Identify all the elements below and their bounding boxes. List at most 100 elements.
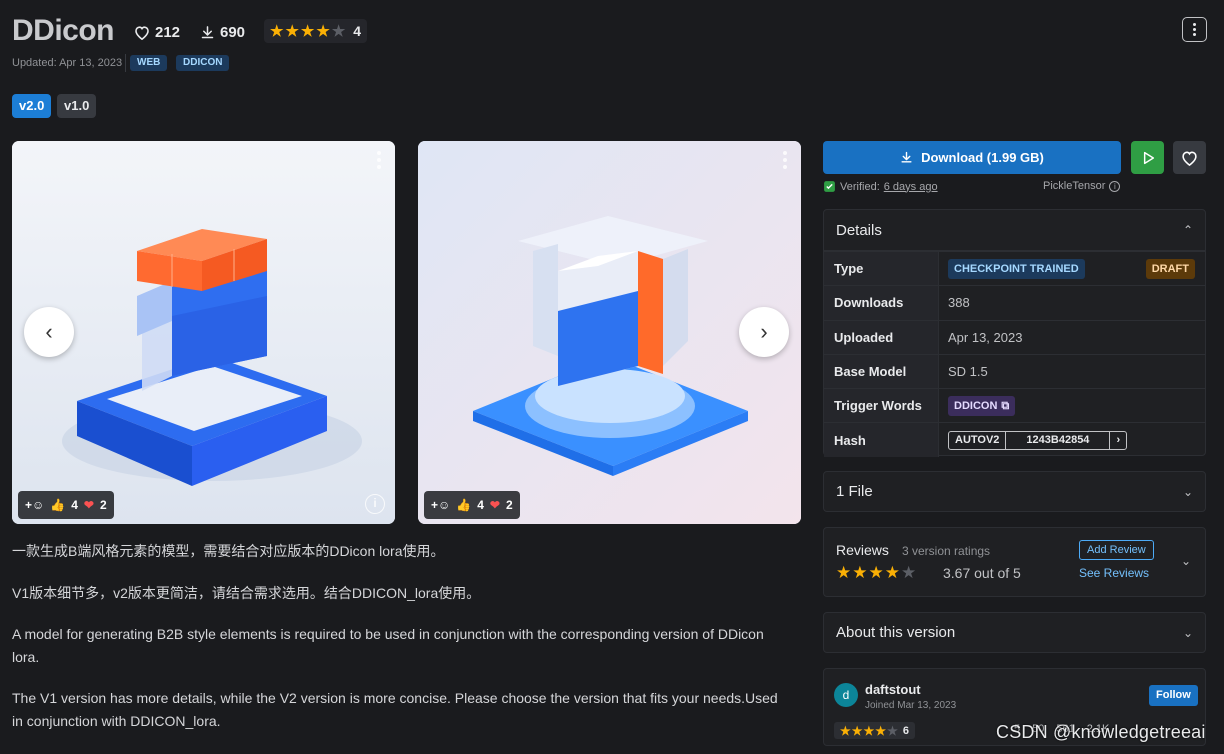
download-button[interactable]: Download (1.99 GB)	[823, 141, 1121, 174]
about-title: About this version	[836, 624, 956, 641]
star-icon: ★	[868, 563, 884, 582]
details-row-trigger-words: Trigger Words DDICON ⧉	[824, 388, 1205, 423]
files-panel[interactable]: 1 File ⌄	[823, 471, 1206, 512]
add-review-button[interactable]: Add Review	[1079, 540, 1154, 560]
copy-icon[interactable]: ⧉	[1001, 396, 1009, 416]
description-paragraph: The V1 version has more details, while t…	[12, 690, 778, 729]
info-icon[interactable]: i	[365, 494, 385, 514]
heart-reaction-icon[interactable]: ❤	[490, 498, 500, 512]
version-tab-v1[interactable]: v1.0	[57, 94, 97, 118]
star-icon: ★	[863, 723, 875, 738]
description-paragraph: 一款生成B端风格元素的模型，需要结合对应版本的DDicon lora使用。	[12, 543, 445, 559]
image-menu-button[interactable]	[783, 151, 787, 169]
info-icon[interactable]: i	[1109, 180, 1121, 192]
chevron-right-icon[interactable]: ›	[1109, 431, 1126, 449]
verified-date-link[interactable]: 6 days ago	[884, 181, 938, 193]
heart-reaction-icon[interactable]: ❤	[84, 498, 94, 512]
divider	[125, 54, 126, 72]
row-value: SD 1.5	[948, 364, 988, 380]
favorite-button[interactable]	[1173, 141, 1206, 174]
avatar[interactable]: d	[834, 683, 858, 707]
details-row-uploaded: Uploaded Apr 13, 2023	[824, 319, 1205, 354]
description-paragraph: V1版本细节多，v2版本更简洁，请结合需求选用。结合DDICON_lora使用。	[12, 585, 481, 601]
hash-value[interactable]: 1243B42854	[1006, 432, 1109, 449]
row-label: Base Model	[824, 354, 939, 389]
carousel-prev-button[interactable]: ‹	[24, 307, 74, 357]
creator-rating-count: 6	[902, 724, 909, 737]
add-reaction-icon[interactable]: +☺	[25, 498, 44, 512]
reviews-count: 3 version ratings	[902, 544, 991, 558]
about-version-panel[interactable]: About this version ⌄	[823, 612, 1206, 653]
chevron-up-icon: ⌃	[1182, 223, 1193, 237]
details-panel: Details ⌃ Type CHECKPOINT TRAINED DRAFT D…	[823, 209, 1206, 457]
reaction-bar[interactable]: +☺ 👍 4 ❤ 2	[18, 491, 114, 519]
file-format-label: PickleTensor	[1043, 180, 1106, 192]
creator-rating: ★ ★ ★ ★ ★ 6	[834, 722, 915, 739]
chevron-down-icon[interactable]: ⌄	[1181, 554, 1191, 568]
details-row-base-model: Base Model SD 1.5	[824, 353, 1205, 389]
likes-count[interactable]: 212	[134, 20, 180, 44]
file-format: PickleTensor i	[1043, 180, 1121, 192]
follow-button[interactable]: Follow	[1149, 685, 1198, 706]
star-icon: ★	[270, 22, 284, 40]
thumbs-up-icon[interactable]: 👍	[50, 498, 65, 512]
hash-algorithm[interactable]: AUTOV2	[949, 431, 1007, 449]
version-tab-v2[interactable]: v2.0	[12, 94, 52, 118]
downloads-count: 690	[200, 20, 245, 44]
reviews-panel: Reviews 3 version ratings ★ ★ ★ ★ ★ 3.67…	[823, 527, 1206, 597]
row-label: Trigger Words	[824, 389, 939, 423]
creator-name[interactable]: daftstout	[865, 682, 921, 697]
chevron-left-icon: ‹	[45, 319, 53, 344]
kebab-dot	[1193, 28, 1196, 31]
description-paragraph: A model for generating B2B style element…	[12, 626, 764, 665]
reaction-bar[interactable]: +☺ 👍 4 ❤ 2	[424, 491, 520, 519]
files-title: 1 File	[836, 483, 873, 500]
star-icon: ★	[300, 22, 315, 40]
chevron-down-icon: ⌄	[1182, 625, 1193, 640]
details-row-type: Type CHECKPOINT TRAINED DRAFT	[824, 251, 1205, 286]
star-icon: ★	[852, 563, 868, 582]
star-icon: ★	[316, 22, 330, 40]
download-icon	[901, 151, 912, 163]
row-label: Uploaded	[824, 320, 939, 354]
star-icon: ★	[851, 723, 863, 738]
creator-joined: Joined Mar 13, 2023	[865, 700, 957, 711]
details-title: Details	[836, 221, 882, 239]
trigger-word: DDICON	[954, 399, 998, 412]
star-icon: ★	[840, 723, 851, 738]
star-empty-icon: ★	[901, 563, 917, 582]
star-icon: ★	[836, 563, 852, 582]
see-reviews-link[interactable]: See Reviews	[1079, 566, 1149, 580]
kebab-menu-icon	[1193, 23, 1196, 26]
run-button[interactable]	[1131, 141, 1164, 174]
carousel-next-button[interactable]: ›	[739, 307, 789, 357]
review-score: 3.67 out of 5	[943, 565, 1021, 581]
like-reaction-count: 4	[477, 498, 484, 512]
more-menu-button[interactable]	[1182, 17, 1207, 42]
page-title: DDicon	[12, 14, 115, 47]
reviews-title: Reviews	[836, 542, 889, 558]
likes-value: 212	[155, 23, 181, 41]
chevron-right-icon: ›	[760, 319, 768, 344]
hash-selector[interactable]: AUTOV2 1243B42854 ›	[948, 430, 1128, 450]
kebab-dot	[1193, 33, 1196, 36]
thumbs-up-icon[interactable]: 👍	[456, 498, 471, 512]
star-empty-icon: ★	[887, 723, 898, 738]
rating-summary[interactable]: ★ ★ ★ ★ ★ 4	[264, 19, 368, 43]
details-row-hash: Hash AUTOV2 1243B42854 ›	[824, 422, 1205, 457]
type-badge: CHECKPOINT TRAINED	[948, 258, 1085, 279]
download-label: Download (1.99 GB)	[921, 150, 1044, 165]
add-reaction-icon[interactable]: +☺	[431, 498, 450, 512]
download-icon	[201, 25, 214, 38]
tag-web[interactable]: WEB	[130, 55, 168, 71]
row-label: Type	[824, 252, 939, 286]
rating-count: 4	[353, 23, 362, 39]
image-menu-button[interactable]	[377, 151, 381, 169]
star-empty-icon: ★	[331, 22, 346, 40]
tag-ddicon[interactable]: DDICON	[176, 55, 230, 71]
details-header[interactable]: Details ⌃	[824, 210, 1205, 251]
like-reaction-count: 4	[71, 498, 78, 512]
review-stars: ★ ★ ★ ★ ★	[836, 564, 916, 581]
trigger-word-badge[interactable]: DDICON ⧉	[948, 395, 1016, 416]
row-label: Downloads	[824, 286, 939, 320]
